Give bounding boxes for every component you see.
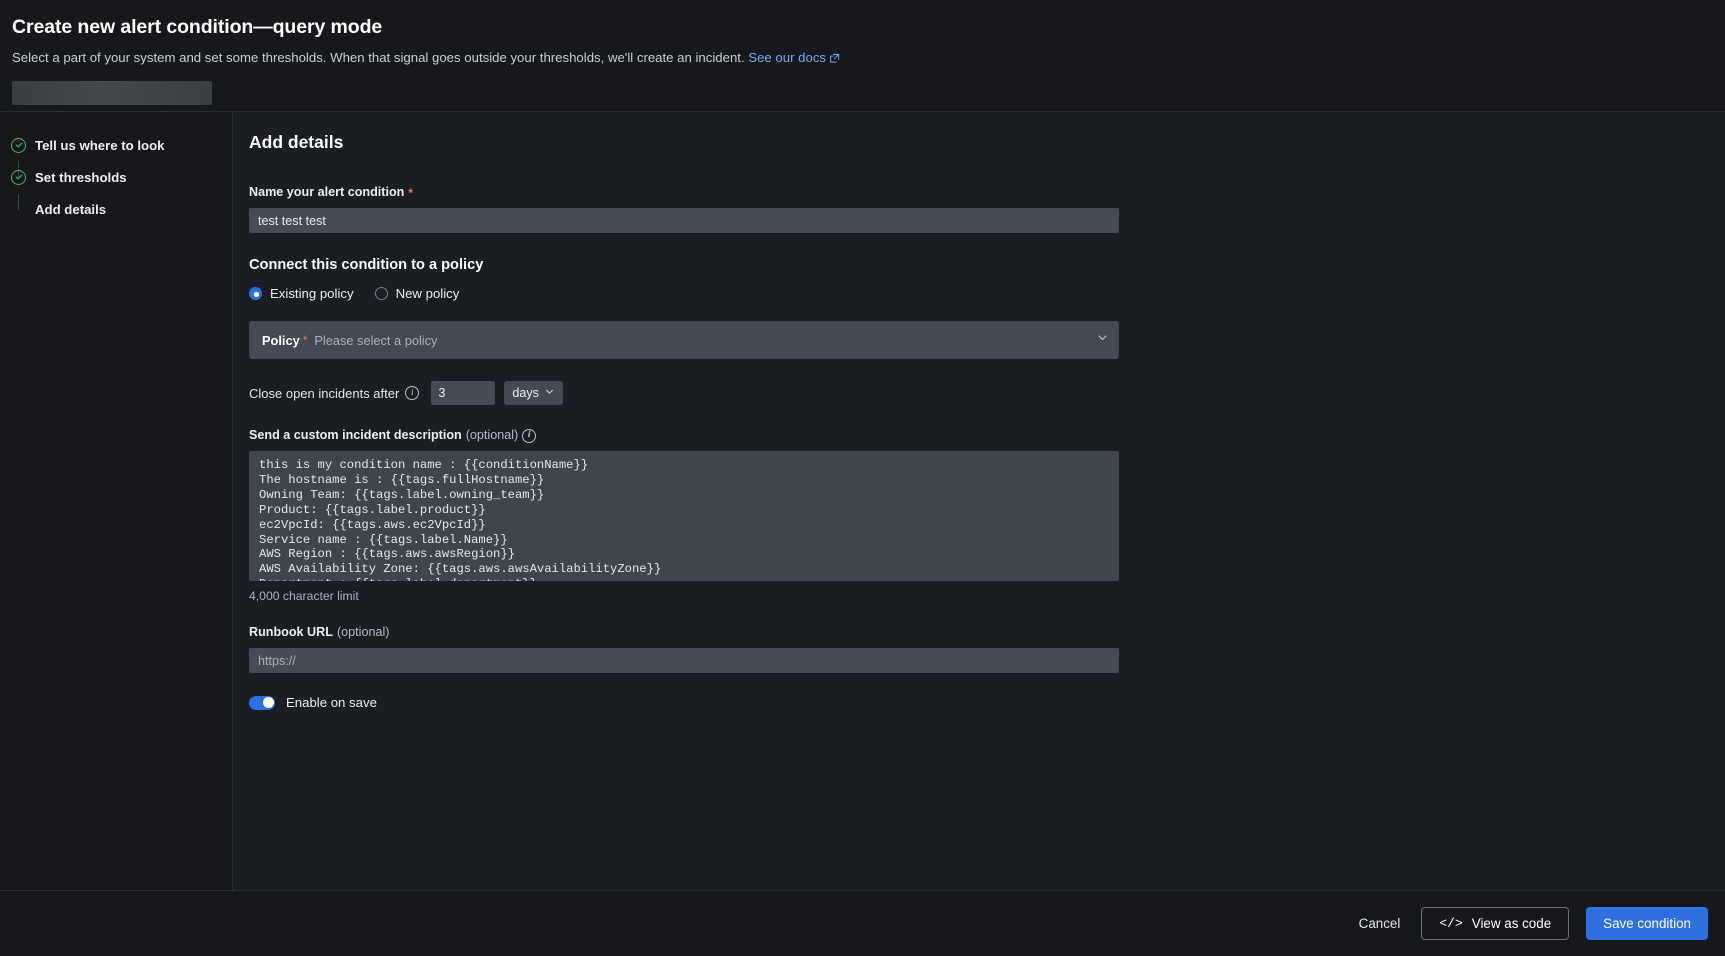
sidebar-step-label: Add details	[35, 202, 106, 217]
view-as-code-button[interactable]: </> View as code	[1421, 907, 1569, 940]
main-content-panel: Add details Name your alert condition * …	[233, 112, 1725, 890]
custom-incident-description-textarea[interactable]: this is my condition name : {{conditionN…	[249, 451, 1119, 581]
sidebar-step-tell-us-where-to-look[interactable]: Tell us where to look	[0, 129, 232, 161]
page-subtitle-text: Select a part of your system and set som…	[12, 50, 745, 65]
chevron-down-icon	[544, 386, 555, 400]
wizard-step-list: Tell us where to look Set thresholds	[0, 129, 232, 225]
wizard-sidebar: Tell us where to look Set thresholds	[0, 112, 233, 890]
close-open-incidents-row: Close open incidents after i days	[249, 381, 1725, 405]
radio-existing-policy[interactable]: Existing policy	[249, 286, 354, 301]
radio-new-policy[interactable]: New policy	[375, 286, 460, 301]
required-asterisk: *	[303, 335, 308, 345]
radio-existing-policy-label: Existing policy	[270, 286, 354, 301]
sidebar-step-label: Set thresholds	[35, 170, 127, 185]
page-footer: Cancel </> View as code Save condition	[0, 890, 1725, 956]
save-condition-button[interactable]: Save condition	[1586, 907, 1708, 940]
chevron-down-icon	[1096, 331, 1109, 349]
page-body: Tell us where to look Set thresholds	[0, 111, 1725, 890]
page-title: Create new alert condition—query mode	[12, 14, 1725, 40]
check-circle-icon	[11, 170, 26, 185]
optional-tag: (optional)	[466, 427, 519, 444]
close-open-incidents-label: Close open incidents after	[249, 386, 399, 401]
section-title: Add details	[249, 130, 1725, 154]
enable-on-save-label: Enable on save	[286, 695, 377, 710]
name-field-label: Name your alert condition *	[249, 184, 1725, 201]
close-incidents-unit-label: days	[512, 386, 539, 400]
sidebar-step-add-details[interactable]: Add details	[0, 193, 232, 225]
page-header: Create new alert condition—query mode Se…	[0, 0, 1725, 111]
radio-button-icon	[249, 287, 262, 300]
enable-on-save-row: Enable on save	[249, 695, 1725, 710]
policy-select-key-label: Policy	[262, 333, 300, 348]
radio-button-icon	[375, 287, 388, 300]
sidebar-step-label: Tell us where to look	[35, 138, 164, 153]
character-limit-hint: 4,000 character limit	[249, 589, 1725, 603]
page-subtitle: Select a part of your system and set som…	[12, 49, 1725, 69]
optional-tag: (optional)	[337, 624, 390, 641]
code-brackets-icon: </>	[1439, 916, 1462, 931]
sidebar-step-set-thresholds[interactable]: Set thresholds	[0, 161, 232, 193]
name-field-label-text: Name your alert condition	[249, 184, 404, 201]
policy-select-dropdown[interactable]: Policy * Please select a policy	[249, 321, 1119, 359]
external-link-icon	[829, 51, 840, 69]
runbook-url-label: Runbook URL (optional)	[249, 624, 1725, 641]
see-our-docs-link[interactable]: See our docs	[748, 50, 826, 65]
alert-condition-name-input[interactable]	[249, 208, 1119, 233]
policy-select-placeholder: Please select a policy	[314, 333, 1096, 348]
loading-placeholder-bar	[12, 81, 212, 105]
custom-description-label: Send a custom incident description (opti…	[249, 427, 1725, 444]
close-incidents-unit-dropdown[interactable]: days	[504, 381, 563, 405]
enable-on-save-toggle[interactable]	[249, 696, 275, 710]
view-as-code-label: View as code	[1472, 916, 1551, 931]
info-icon[interactable]: i	[522, 429, 536, 443]
check-circle-icon	[11, 138, 26, 153]
filled-circle-icon	[11, 202, 26, 217]
connect-policy-heading: Connect this condition to a policy	[249, 257, 1725, 273]
runbook-url-input[interactable]	[249, 648, 1119, 673]
required-asterisk: *	[408, 188, 413, 198]
close-incidents-value-input[interactable]	[431, 381, 495, 405]
info-icon[interactable]: i	[405, 386, 419, 400]
runbook-url-label-text: Runbook URL	[249, 624, 333, 641]
radio-new-policy-label: New policy	[396, 286, 460, 301]
custom-description-label-text: Send a custom incident description	[249, 427, 462, 444]
policy-type-radio-group: Existing policy New policy	[249, 286, 1725, 301]
cancel-button[interactable]: Cancel	[1355, 908, 1405, 939]
create-alert-condition-page: Create new alert condition—query mode Se…	[0, 0, 1725, 956]
